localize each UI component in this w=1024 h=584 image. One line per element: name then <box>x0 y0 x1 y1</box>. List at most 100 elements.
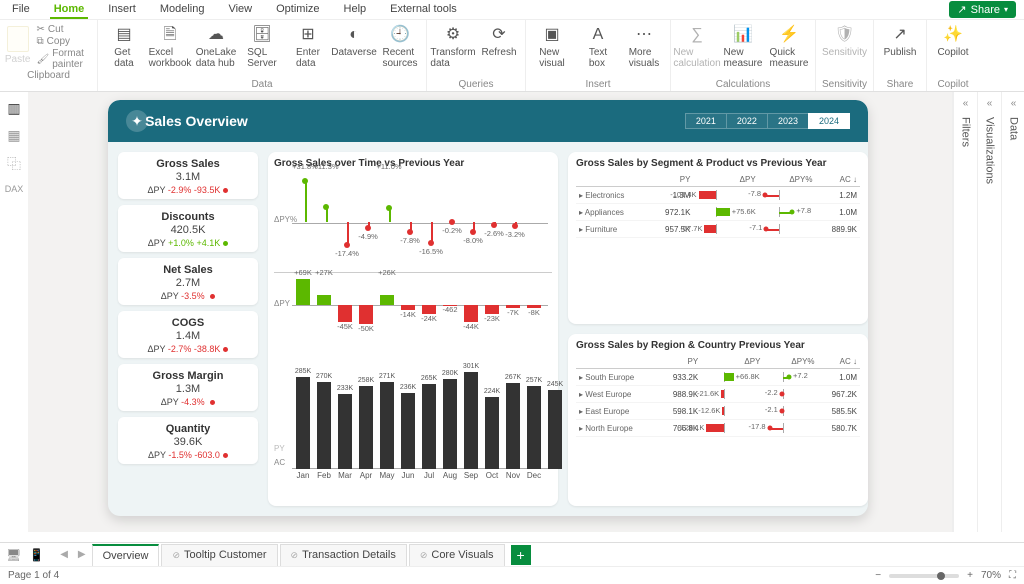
menu-external-tools[interactable]: External tools <box>386 1 461 19</box>
column-bar: 265KJul <box>422 384 436 469</box>
prev-page-button[interactable]: ◀ <box>60 549 68 560</box>
year-2023[interactable]: 2023 <box>767 113 808 129</box>
ribbon-new-visual[interactable]: ▣Newvisual <box>532 22 572 71</box>
kpi-gross-sales[interactable]: Gross Sales3.1MΔPY -2.9% -93.5K <box>118 152 258 199</box>
ribbon-publish[interactable]: ↗Publish <box>880 22 920 60</box>
zoom-slider[interactable] <box>889 574 959 578</box>
year-2024[interactable]: 2024 <box>808 113 850 129</box>
kpi-quantity[interactable]: Quantity39.6KΔPY -1.5% -603.0 <box>118 417 258 464</box>
dax-view-icon[interactable]: DAX <box>5 184 24 194</box>
model-view-icon[interactable]: ⿻ <box>7 154 21 174</box>
zoom-in-button[interactable]: + <box>967 570 973 581</box>
paste-button[interactable]: Paste <box>3 24 33 67</box>
refresh-icon: ⟳ <box>488 24 510 46</box>
column-bar: 257KDec <box>527 386 541 469</box>
ribbon-copilot[interactable]: ✨Copilot <box>933 22 973 60</box>
table-row[interactable]: ▸ East Europe598.1K-12.6K-2.1585.5K <box>576 403 860 420</box>
menu-insert[interactable]: Insert <box>104 1 140 19</box>
menu-help[interactable]: Help <box>340 1 371 19</box>
column-bar: 280KAug <box>443 379 457 469</box>
ribbon-get-data[interactable]: ▤Getdata <box>104 22 144 71</box>
menu-file[interactable]: File <box>8 1 34 19</box>
ribbon-label: Clipboard <box>27 70 70 82</box>
lollipop-chart[interactable]: ΔPY% +31.8%+11.3%-17.4%-4.9%+11.0%-7.8%-… <box>274 173 552 273</box>
menu-optimize[interactable]: Optimize <box>272 1 323 19</box>
page-tab-core-visuals[interactable]: ⊘Core Visuals <box>409 544 505 566</box>
hidden-icon: ⊘ <box>172 550 180 561</box>
page-tab-overview[interactable]: Overview <box>92 544 160 566</box>
desktop-layout-icon[interactable]: 🖥 <box>6 548 21 562</box>
report-view-icon[interactable]: ▥ <box>7 100 20 117</box>
ribbon-recent-sources[interactable]: 🕘Recentsources <box>380 22 420 71</box>
table-row[interactable]: ▸ Electronics1.3M-101.4K-7.81.2M <box>576 187 860 204</box>
column-bar: 236KJun <box>401 393 415 469</box>
share-button[interactable]: Share <box>949 1 1016 18</box>
new-measure-icon: 📊 <box>732 24 754 46</box>
table-row[interactable]: ▸ South Europe933.2K+66.8K+7.21.0M <box>576 369 860 386</box>
year-slicer[interactable]: 2021202220232024 <box>685 113 850 129</box>
column-bar: 285KJan <box>296 377 310 469</box>
kpi-gross-margin[interactable]: Gross Margin1.3MΔPY -4.3% <box>118 364 258 411</box>
variance-bar: -8K <box>527 277 541 347</box>
ribbon-onelake-data-hub[interactable]: ☁OneLakedata hub <box>196 22 236 71</box>
variance-bar: +69K <box>296 277 310 347</box>
region-table[interactable]: PYΔPYΔPY%AC ↓▸ South Europe933.2K+66.8K+… <box>576 355 860 437</box>
kpi-cogs[interactable]: COGS1.4MΔPY -2.7% -38.8K <box>118 311 258 358</box>
table-row[interactable]: ▸ Appliances972.1K+75.6K+7.81.0M <box>576 204 860 221</box>
year-2021[interactable]: 2021 <box>685 113 726 129</box>
ribbon-dataverse[interactable]: ◐Dataverse <box>334 22 374 60</box>
ribbon-quick-measure[interactable]: ⚡Quickmeasure <box>769 22 809 71</box>
year-2022[interactable]: 2022 <box>726 113 767 129</box>
ribbon-excel-workbook[interactable]: 🗎Excelworkbook <box>150 22 190 71</box>
next-page-button[interactable]: ▶ <box>78 549 86 560</box>
copy-button[interactable]: ⧉ Copy <box>37 36 95 47</box>
kpi-discounts[interactable]: Discounts420.5KΔPY +1.0% +4.1K <box>118 205 258 252</box>
ribbon-group-data: ▤Getdata🗎Excelworkbook☁OneLakedata hub🗄S… <box>98 20 427 91</box>
table-row[interactable]: ▸ Furniture957.5K-67.7K-7.1889.9K <box>576 221 860 238</box>
menu-bar: File Home Insert Modeling View Optimize Help Ex… <box>0 0 1024 20</box>
ribbon-new-calculation[interactable]: ∑Newcalculation <box>677 22 717 71</box>
ribbon-more-visuals[interactable]: ⋯Morevisuals <box>624 22 664 71</box>
ribbon-transform-data[interactable]: ⚙Transformdata <box>433 22 473 71</box>
lollipop-point: -2.6% <box>485 172 503 272</box>
fit-page-button[interactable]: ⛶ <box>1009 570 1016 581</box>
variance-bar-chart[interactable]: ΔPY +69K+27K-45K-50K+26K-14K-24K-462-44K… <box>274 277 552 347</box>
variance-bar: -14K <box>401 277 415 347</box>
table-row[interactable]: ▸ North Europe706.8K-126.1K-17.8580.7K <box>576 420 860 437</box>
sensitivity-icon: 🛡 <box>834 24 856 46</box>
ribbon-text-box[interactable]: ATextbox <box>578 22 618 71</box>
right-panes: Filters Visualizations Data <box>952 92 1024 532</box>
filters-pane[interactable]: Filters <box>953 92 977 532</box>
menu-view[interactable]: View <box>224 1 256 19</box>
ribbon-refresh[interactable]: ⟳Refresh <box>479 22 519 60</box>
menu-home[interactable]: Home <box>50 1 89 19</box>
table-row[interactable]: ▸ West Europe988.9K-21.6K-2.2967.2K <box>576 386 860 403</box>
ribbon-new-measure[interactable]: 📊Newmeasure <box>723 22 763 71</box>
page-tab-tooltip-customer[interactable]: ⊘Tooltip Customer <box>161 544 277 566</box>
lollipop-point: -8.0% <box>464 172 482 272</box>
ribbon-sensitivity[interactable]: 🛡Sensitivity <box>825 22 865 60</box>
mobile-layout-icon[interactable]: 📱 <box>29 548 44 562</box>
page-tab-transaction-details[interactable]: ⊘Transaction Details <box>280 544 407 566</box>
cut-button[interactable]: ✂ Cut <box>37 24 95 35</box>
menu-modeling[interactable]: Modeling <box>156 1 209 19</box>
add-page-button[interactable]: + <box>511 545 531 565</box>
report-header: ✦ Sales Overview 2021202220232024 <box>108 100 868 142</box>
ribbon-sql-server[interactable]: 🗄SQLServer <box>242 22 282 71</box>
column-chart[interactable]: AC PY 285KJan270KFeb233KMar258KApr271KMa… <box>274 351 552 481</box>
segment-table[interactable]: PYΔPYΔPY%AC ↓▸ Electronics1.3M-101.4K-7.… <box>576 173 860 238</box>
report-canvas[interactable]: ✦ Sales Overview 2021202220232024 Gross … <box>28 92 952 532</box>
kpi-net-sales[interactable]: Net Sales2.7MΔPY -3.5% <box>118 258 258 305</box>
format-painter-button[interactable]: 🖌 Format painter <box>37 48 95 70</box>
zoom-out-button[interactable]: − <box>875 570 881 581</box>
data-pane[interactable]: Data <box>1001 92 1024 532</box>
lollipop-point: -0.2% <box>443 172 461 272</box>
zoom-level: 70% <box>981 570 1001 581</box>
visualizations-pane[interactable]: Visualizations <box>977 92 1001 532</box>
variance-bar: +26K <box>380 277 394 347</box>
data-view-icon[interactable]: ▦ <box>7 127 20 144</box>
column-bar: 267KNov <box>506 383 520 469</box>
publish-icon: ↗ <box>889 24 911 46</box>
ribbon-enter-data[interactable]: ⊞Enterdata <box>288 22 328 71</box>
quick-measure-icon: ⚡ <box>778 24 800 46</box>
